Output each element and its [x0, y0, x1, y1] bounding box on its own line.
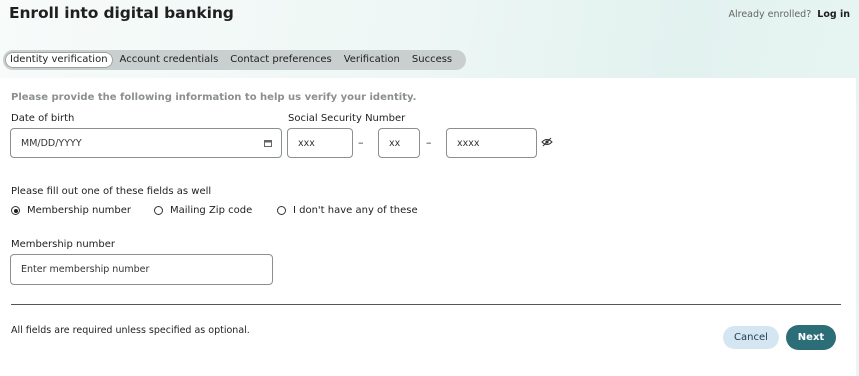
radio-checked-icon[interactable] — [11, 206, 20, 215]
already-enrolled-text: Already enrolled? — [728, 9, 812, 20]
step-success[interactable]: Success — [406, 52, 458, 68]
step-identity-verification[interactable]: Identity verification — [5, 52, 113, 68]
divider — [11, 304, 841, 305]
ssn-label: Social Security Number — [288, 113, 406, 124]
radio-label: Mailing Zip code — [170, 205, 253, 216]
step-verification[interactable]: Verification — [338, 52, 406, 68]
calendar-icon[interactable] — [264, 139, 272, 147]
login-link[interactable]: Log in — [817, 9, 850, 20]
ssn-separator: – — [426, 136, 432, 149]
membership-label: Membership number — [11, 239, 116, 250]
membership-number-input[interactable] — [10, 254, 273, 285]
progress-stepper: Identity verification Account credential… — [3, 50, 467, 70]
already-enrolled: Already enrolled? Log in — [729, 9, 851, 20]
step-contact-preferences[interactable]: Contact preferences — [224, 52, 337, 68]
intro-text: Please provide the following information… — [11, 92, 417, 103]
step-account-credentials[interactable]: Account credentials — [114, 52, 225, 68]
dob-input[interactable] — [10, 128, 282, 158]
radio-label: I don't have any of these — [293, 205, 418, 216]
radio-none-of-these[interactable]: I don't have any of these — [277, 205, 418, 216]
page-header: Enroll into digital banking Already enro… — [0, 0, 859, 48]
one-of-label: Please fill out one of these fields as w… — [11, 186, 212, 197]
radio-mailing-zip-code[interactable]: Mailing Zip code — [154, 205, 252, 216]
radio-membership-number[interactable]: Membership number — [11, 205, 131, 216]
ssn-part1-input[interactable] — [287, 128, 353, 158]
ssn-separator: – — [358, 136, 364, 149]
cancel-button[interactable]: Cancel — [723, 326, 779, 349]
page-title: Enroll into digital banking — [9, 4, 234, 22]
radio-label: Membership number — [27, 205, 132, 216]
eye-icon[interactable] — [541, 137, 553, 147]
radio-unchecked-icon[interactable] — [277, 206, 286, 215]
ssn-part3-input[interactable] — [446, 128, 537, 158]
next-button[interactable]: Next — [786, 325, 836, 350]
radio-unchecked-icon[interactable] — [154, 206, 163, 215]
dob-label: Date of birth — [11, 113, 75, 124]
ssn-part2-input[interactable] — [378, 128, 420, 158]
required-fields-note: All fields are required unless specified… — [11, 325, 250, 336]
